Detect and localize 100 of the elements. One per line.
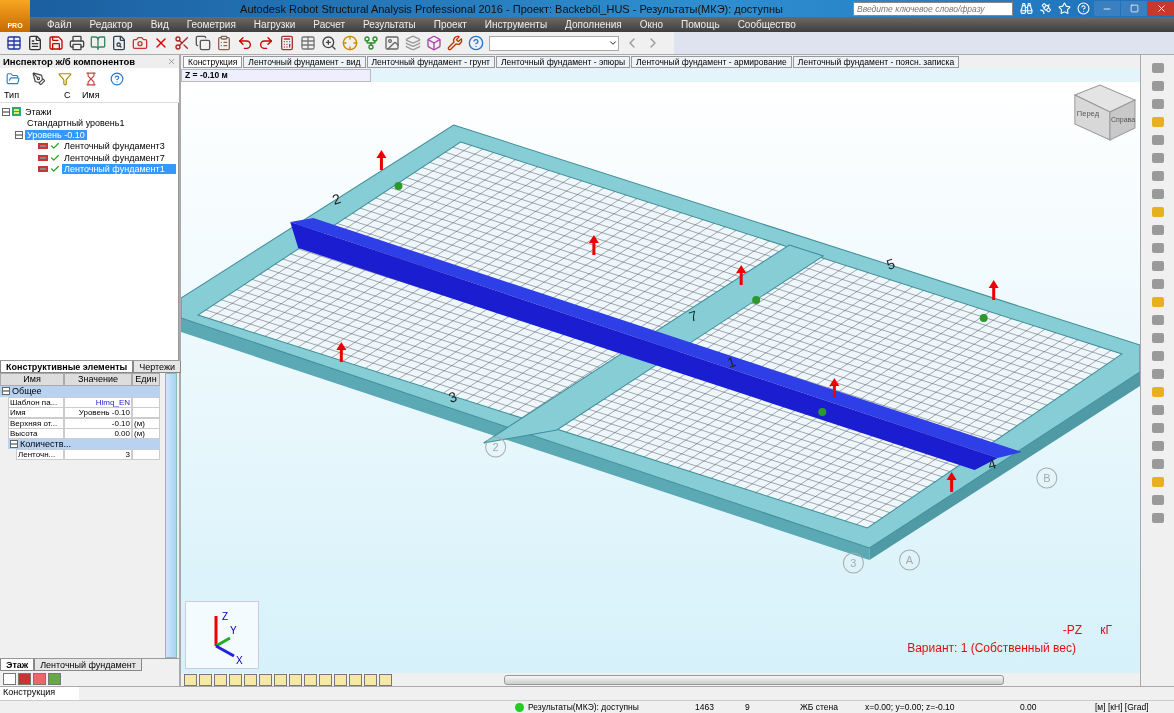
tool-icon[interactable] [229, 673, 242, 686]
panel-tab[interactable]: Ленточный фундамент [34, 659, 142, 671]
collapse-toggle[interactable] [10, 439, 18, 448]
view-tab[interactable]: Ленточный фундамент - вид [243, 56, 366, 68]
footer-tab[interactable]: Конструкция [0, 687, 80, 700]
menu-item[interactable]: Вид [141, 19, 178, 30]
cube-icon[interactable] [426, 35, 442, 51]
list-icon[interactable] [6, 35, 22, 51]
image-icon[interactable] [384, 35, 400, 51]
tool-icon[interactable] [244, 673, 257, 686]
close-button[interactable] [1148, 1, 1174, 16]
level-field[interactable]: Z = -0.10 м [181, 68, 371, 82]
printer-icon[interactable] [69, 35, 85, 51]
zoom-icon[interactable] [321, 35, 337, 51]
view-tab[interactable]: Ленточный фундамент - грунт [366, 56, 495, 68]
collapse-toggle[interactable] [15, 130, 23, 139]
tool-icon[interactable] [274, 673, 287, 686]
tool-icon[interactable] [214, 673, 227, 686]
help-icon[interactable] [110, 72, 124, 86]
pen-icon[interactable] [32, 72, 46, 86]
help-icon[interactable] [468, 35, 484, 51]
tool-icon[interactable] [304, 673, 317, 686]
layers-icon[interactable] [405, 35, 421, 51]
maximize-button[interactable] [1121, 1, 1147, 16]
camera-icon[interactable] [132, 35, 148, 51]
menu-item[interactable]: Результаты [354, 19, 425, 30]
tool-icon[interactable] [184, 673, 197, 686]
clipboard-icon[interactable] [216, 35, 232, 51]
panel-title: Инспектор ж/б компонентов [3, 56, 136, 67]
tree-item[interactable]: Ленточный фундамент7 [62, 152, 176, 163]
property-group[interactable]: Общее [12, 386, 42, 397]
calculator-icon[interactable] [279, 35, 295, 51]
tool-icon[interactable] [289, 673, 302, 686]
star-icon[interactable] [1058, 2, 1071, 15]
tool-icon[interactable] [349, 673, 362, 686]
collapse-toggle[interactable] [2, 107, 10, 116]
tool-icon[interactable] [199, 673, 212, 686]
scrollbar[interactable] [165, 373, 177, 658]
scissors-icon[interactable] [174, 35, 190, 51]
footing-icon [38, 165, 48, 174]
file-icon[interactable] [27, 35, 43, 51]
strip-label: 1 [725, 353, 738, 371]
tree-item[interactable]: Ленточный фундамент3 [62, 141, 176, 152]
table-icon[interactable] [300, 35, 316, 51]
strip-label: 5 [884, 255, 897, 273]
collapse-toggle[interactable] [2, 387, 10, 396]
tool-icon[interactable] [259, 673, 272, 686]
view-tab[interactable]: Ленточный фундамент - поясн. записка [792, 56, 960, 68]
menu-item[interactable]: Сообщество [728, 19, 805, 30]
menu-item[interactable]: Нагрузки [244, 19, 305, 30]
book-icon[interactable] [90, 35, 106, 51]
menu-item[interactable]: Расчет [304, 19, 355, 30]
maximize-icon [1129, 4, 1139, 13]
menu-item[interactable]: Геометрия [177, 19, 245, 30]
tool-icon[interactable] [18, 672, 31, 685]
hourglass-icon[interactable] [84, 72, 98, 86]
crosshair-icon[interactable] [342, 35, 358, 51]
menu-item[interactable]: Файл [38, 19, 81, 30]
property-value[interactable]: 3 [64, 449, 132, 460]
menu-item[interactable]: Редактор [80, 19, 142, 30]
status-dot [515, 702, 524, 712]
wrench-icon[interactable] [447, 35, 463, 51]
document-search-icon[interactable] [111, 35, 127, 51]
panel-tab[interactable]: Этаж [0, 659, 35, 671]
tool-icon[interactable] [33, 672, 46, 685]
tool-icon[interactable] [48, 672, 61, 685]
close-icon[interactable] [167, 57, 176, 66]
strip-label: 3 [446, 388, 459, 406]
tree-item[interactable]: Этажи [23, 106, 54, 117]
filter-icon[interactable] [58, 72, 72, 86]
view-tab[interactable]: Конструкция [183, 56, 243, 68]
menu-item[interactable]: Инструменты [475, 19, 557, 30]
menu-item[interactable]: Окно [630, 19, 672, 30]
tool-icon[interactable] [334, 673, 347, 686]
dropdown-field[interactable] [489, 35, 619, 51]
folder-icon[interactable] [6, 72, 20, 86]
tool-icon[interactable] [3, 672, 16, 685]
fork-icon[interactable] [363, 35, 379, 51]
tool-icon[interactable] [364, 673, 377, 686]
menu-item[interactable]: Помощь [672, 19, 729, 30]
undo-icon[interactable] [237, 35, 253, 51]
save-icon[interactable] [48, 35, 64, 51]
tool-icon[interactable] [319, 673, 332, 686]
menu-item[interactable]: Проект [424, 19, 476, 30]
view-tab[interactable]: Ленточный фундамент - армирование [631, 56, 792, 68]
tree-item[interactable]: Стандартный уровень1 [25, 118, 127, 129]
copy-icon[interactable] [195, 35, 211, 51]
view-tab[interactable]: Ленточный фундамент - эпюры [496, 56, 631, 68]
panel-tab[interactable]: Чертежи [133, 361, 182, 373]
tool-icon[interactable] [379, 673, 392, 686]
satellite-icon[interactable] [1039, 2, 1052, 15]
panel-tab[interactable]: Конструктивные элементы [0, 361, 134, 373]
scrollbar[interactable] [504, 674, 1004, 685]
menu-item[interactable]: Дополнения [556, 19, 631, 30]
column-header: С [64, 90, 72, 102]
redo-icon[interactable] [258, 35, 274, 51]
search-field[interactable]: Введите ключевое слово/фразу [853, 1, 1013, 16]
property-value[interactable]: 0.00 [64, 428, 132, 439]
status-value: 0.00 [1019, 702, 1038, 712]
binoculars-icon[interactable] [1020, 2, 1033, 15]
